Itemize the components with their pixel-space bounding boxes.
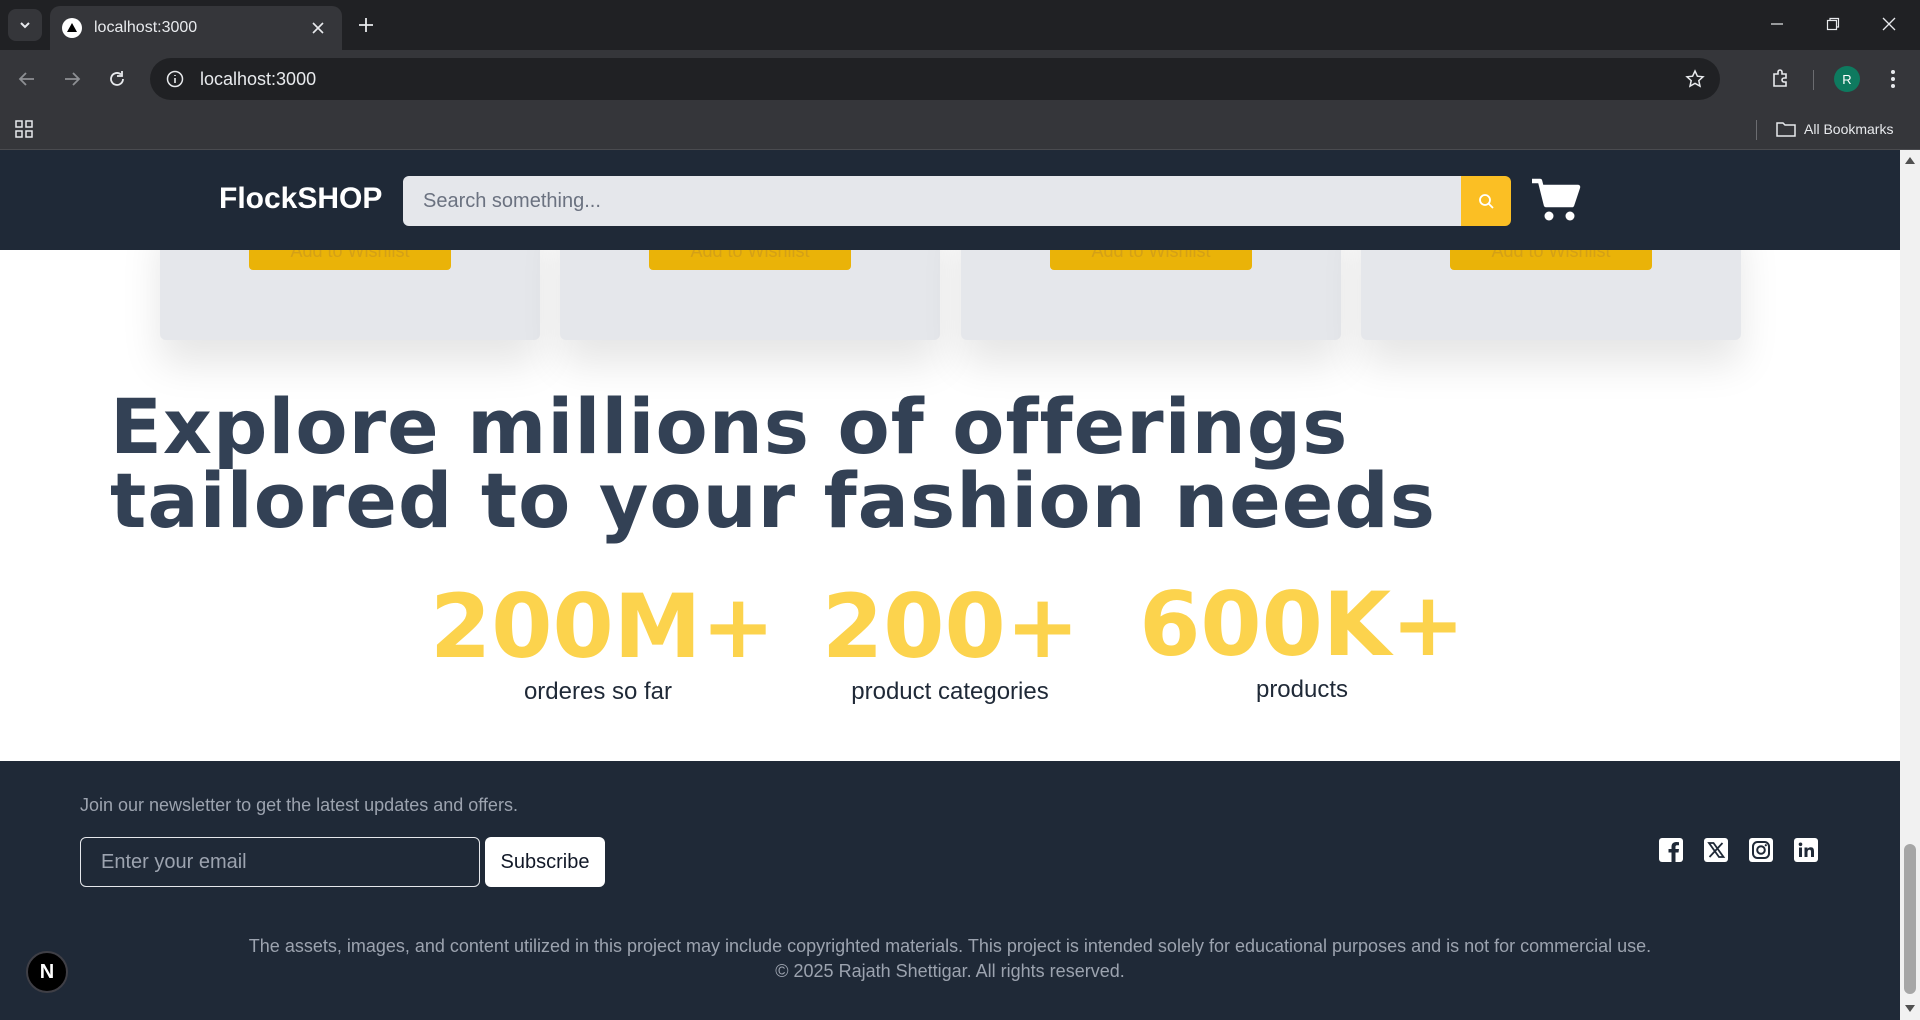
scroll-up-arrow-icon[interactable] <box>1905 157 1915 164</box>
tab-close-icon[interactable] <box>306 16 330 40</box>
search-bar <box>403 176 1511 226</box>
email-field[interactable] <box>80 837 480 887</box>
instagram-icon[interactable] <box>1747 836 1775 864</box>
browser-tab[interactable]: localhost:3000 <box>50 6 342 50</box>
new-tab-button[interactable] <box>352 11 380 39</box>
stat-label: product categories <box>851 678 1049 705</box>
tab-search-button[interactable] <box>8 9 42 41</box>
all-bookmarks-label: All Bookmarks <box>1804 121 1894 137</box>
stat-value: 200+ <box>822 575 1080 678</box>
reload-button[interactable] <box>100 62 134 96</box>
newsletter-text: Join our newsletter to get the latest up… <box>80 795 518 815</box>
chevron-down-icon <box>20 22 30 29</box>
tab-title: localhost:3000 <box>94 19 198 36</box>
site-info-icon[interactable] <box>164 68 186 90</box>
disclaimer-text: The assets, images, and content utilized… <box>248 936 1652 956</box>
profile-button[interactable]: R <box>1830 62 1864 96</box>
address-bar[interactable]: localhost:3000 <box>150 58 1720 100</box>
browser-toolbar: localhost:3000 R <box>0 50 1920 108</box>
cart-button[interactable] <box>1528 174 1584 226</box>
stat-products: 600K+ products <box>1137 580 1467 704</box>
reload-icon <box>110 71 124 86</box>
minimize-icon <box>1771 23 1783 25</box>
url-text: localhost:3000 <box>200 68 317 89</box>
stat-value: 600K+ <box>1139 573 1465 676</box>
avatar: R <box>1834 66 1860 92</box>
facebook-icon[interactable] <box>1657 836 1685 864</box>
nextjs-dev-badge[interactable]: N <box>26 951 68 993</box>
site-header: FlockSHOP <box>0 150 1900 250</box>
stat-categories: 200+ product categories <box>822 575 1080 706</box>
browser-menu-icon[interactable] <box>1876 62 1910 96</box>
stat-label: orderes so far <box>523 678 673 705</box>
linkedin-icon[interactable] <box>1792 836 1820 864</box>
arrow-left-icon <box>18 72 34 86</box>
search-icon <box>1479 194 1494 209</box>
search-button[interactable] <box>1461 176 1511 226</box>
bookmark-star-icon[interactable] <box>1678 62 1712 96</box>
shopping-cart-icon <box>1532 178 1581 221</box>
folder-icon <box>1776 121 1796 137</box>
extensions-icon[interactable] <box>1764 62 1798 96</box>
site-logo[interactable]: FlockSHOP <box>219 182 382 216</box>
site-footer: Join our newsletter to get the latest up… <box>0 761 1900 1020</box>
scrollbar-thumb[interactable] <box>1904 844 1916 994</box>
stat-orders: 200M+ orderes so far <box>430 575 775 706</box>
close-icon <box>1882 17 1896 31</box>
x-icon[interactable] <box>1702 836 1730 864</box>
copyright-text: © 2025 Rajath Shettigar. All rights rese… <box>775 961 1125 981</box>
bookmarks-divider <box>1756 120 1757 140</box>
forward-button[interactable] <box>55 62 89 96</box>
restore-button[interactable] <box>1810 6 1856 42</box>
back-button[interactable] <box>10 62 44 96</box>
scroll-down-arrow-icon[interactable] <box>1905 1005 1915 1012</box>
apps-grid-icon[interactable] <box>12 117 36 141</box>
nextjs-logo-icon: N <box>39 960 55 983</box>
toolbar-divider <box>1813 70 1814 90</box>
stat-label: products <box>1255 676 1349 703</box>
arrow-right-icon <box>65 72 81 86</box>
page-scrollbar[interactable] <box>1900 150 1920 1020</box>
all-bookmarks-button[interactable]: All Bookmarks <box>1776 117 1893 141</box>
product-cards-row: Add to Wishlist Add to Wishlist Add to W… <box>0 210 1900 360</box>
hero-title: Explore millions of offerings tailored t… <box>110 382 1436 545</box>
search-input[interactable] <box>403 176 1461 226</box>
page-viewport: FlockSHOP Add to Wishlist Add to Wishlis… <box>0 150 1920 1020</box>
bookmarks-bar: All Bookmarks <box>0 108 1920 150</box>
close-window-button[interactable] <box>1866 6 1912 42</box>
nextjs-favicon-icon <box>62 18 82 38</box>
subscribe-button[interactable]: Subscribe <box>485 837 605 887</box>
stat-value: 200M+ <box>430 575 775 678</box>
restore-icon <box>1826 17 1840 31</box>
browser-tab-bar: localhost:3000 <box>0 0 1920 50</box>
minimize-button[interactable] <box>1754 6 1800 42</box>
plus-icon <box>359 18 373 32</box>
